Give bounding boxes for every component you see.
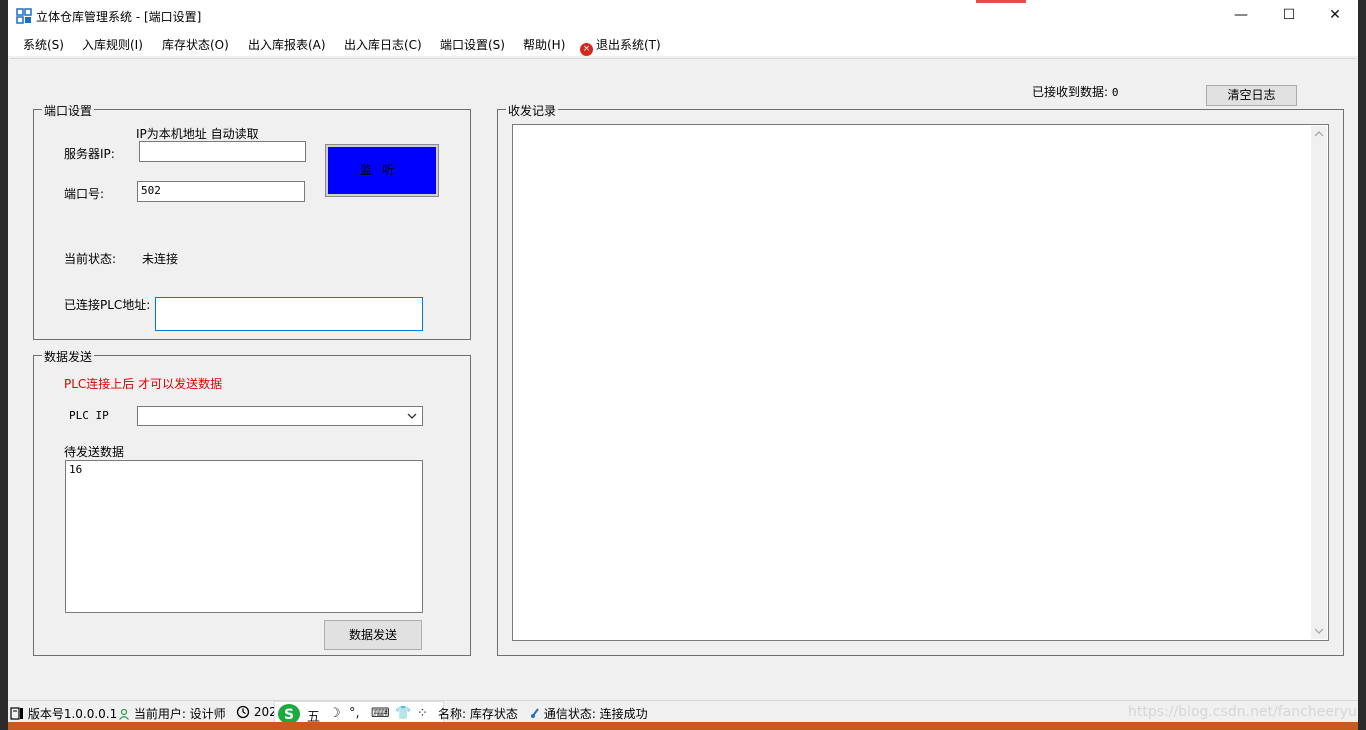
time-status: 202 — [236, 705, 277, 719]
status-label: 当前状态: — [64, 252, 117, 266]
send-warning-text: PLC连接上后 才可以发送数据 — [64, 377, 223, 391]
log-group: 收发记录 — [497, 102, 1344, 656]
port-settings-group: 端口设置 IP为本机地址 自动读取 服务器IP: 端口号: 502 监听 当前状… — [33, 102, 471, 340]
port-settings-panel: 已接收到数据: 0 清空日志 端口设置 IP为本机地址 自动读取 服务器IP: … — [10, 58, 1356, 698]
server-ip-input[interactable] — [139, 141, 306, 162]
svg-text:S: S — [284, 707, 294, 723]
title-accent-mark — [976, 0, 1026, 3]
scroll-down-icon[interactable] — [1314, 627, 1324, 635]
menu-help[interactable]: 帮助(H) — [523, 36, 565, 53]
server-ip-label: 服务器IP: — [64, 147, 115, 161]
menu-inbound-rules[interactable]: 入库规则(I) — [82, 36, 143, 53]
menu-stock-status[interactable]: 库存状态(O) — [162, 36, 229, 53]
status-value: 未连接 — [142, 252, 179, 266]
menu-exit-label: 退出系统(T) — [596, 38, 661, 52]
menu-system[interactable]: 系统(S) — [23, 36, 64, 53]
minimize-button[interactable]: — — [1218, 0, 1264, 30]
pending-data-textarea[interactable]: 16 — [65, 460, 423, 613]
watermark-text: https://blog.csdn.net/fancheeryu — [1128, 704, 1357, 720]
port-input[interactable]: 502 — [137, 181, 305, 202]
listen-button[interactable]: 监听 — [325, 144, 439, 197]
plc-ip-label: PLC IP — [69, 409, 109, 422]
exit-icon: × — [580, 43, 593, 56]
user-icon — [119, 708, 129, 720]
maximize-button[interactable]: ☐ — [1266, 0, 1312, 30]
version-text: 版本号1.0.0.0.1 — [27, 707, 118, 721]
port-settings-legend: 端口设置 — [42, 102, 95, 119]
data-send-legend: 数据发送 — [42, 348, 95, 365]
chevron-down-icon — [407, 413, 417, 419]
plc-address-label: 已连接PLC地址: — [64, 298, 151, 312]
plc-address-field[interactable] — [155, 297, 423, 331]
pending-data-label: 待发送数据 — [64, 445, 125, 459]
scroll-up-icon[interactable] — [1314, 130, 1324, 138]
taskbar-strip — [8, 722, 1358, 730]
log-textarea[interactable] — [512, 124, 1329, 641]
document-icon — [10, 707, 23, 720]
send-data-button[interactable]: 数据发送 — [324, 620, 422, 650]
menu-io-report[interactable]: 出入库报表(A) — [248, 36, 326, 53]
user-status: 当前用户: 设计师 — [118, 705, 226, 722]
status-bar: 版本号1.0.0.0.1 当前用户: 设计师 202 S 五 ☽ °, ⌨ 👕 … — [8, 700, 1358, 725]
log-legend: 收发记录 — [506, 102, 559, 119]
ime-skin-icon[interactable]: 👕 — [395, 706, 411, 721]
close-button[interactable]: ✕ — [1312, 0, 1358, 30]
menu-port-settings[interactable]: 端口设置(S) — [440, 36, 505, 53]
menu-io-log[interactable]: 出入库日志(C) — [344, 36, 422, 53]
log-scrollbar[interactable] — [1311, 126, 1327, 639]
clock-icon — [236, 705, 250, 719]
network-icon — [531, 708, 539, 718]
comm-status: 通信状态: 连接成功 — [530, 705, 648, 722]
version-status: 版本号1.0.0.0.1 — [10, 705, 117, 722]
plc-ip-selected-value — [138, 407, 398, 425]
received-count-label: 已接收到数据: 0 — [1032, 83, 1119, 100]
log-content — [515, 127, 1305, 147]
ime-halfwidth-icon[interactable]: ☽ — [329, 706, 341, 721]
window-title: 立体仓库管理系统 - [端口设置] — [36, 10, 202, 24]
comm-status-text: 通信状态: 连接成功 — [543, 707, 648, 721]
app-icon — [16, 8, 32, 24]
port-label: 端口号: — [64, 187, 105, 201]
user-text: 当前用户: 设计师 — [133, 707, 226, 721]
ime-keyboard-icon[interactable]: ⌨ — [371, 706, 390, 721]
menu-exit[interactable]: × 退出系统(T) — [580, 36, 661, 56]
received-count-value: 0 — [1111, 86, 1119, 99]
ime-toolbox-icon[interactable]: ⁘ — [417, 706, 428, 721]
plc-ip-select[interactable] — [137, 406, 423, 426]
ime-punctuation-icon[interactable]: °, — [349, 706, 360, 721]
ip-hint-text: IP为本机地址 自动读取 — [136, 127, 259, 141]
data-send-group: 数据发送 PLC连接上后 才可以发送数据 PLC IP 待发送数据 16 数据发… — [33, 348, 471, 656]
current-page-status: 名称: 库存状态 — [438, 707, 518, 721]
clear-log-button[interactable]: 清空日志 — [1206, 85, 1297, 106]
title-bar: 立体仓库管理系统 - [端口设置] — ☐ ✕ — [8, 0, 1358, 32]
app-window: 立体仓库管理系统 - [端口设置] — ☐ ✕ 系统(S) 入库规则(I) 库存… — [8, 0, 1358, 730]
received-label-text: 已接收到数据: — [1032, 85, 1109, 99]
menu-bar: 系统(S) 入库规则(I) 库存状态(O) 出入库报表(A) 出入库日志(C) … — [8, 32, 1358, 56]
